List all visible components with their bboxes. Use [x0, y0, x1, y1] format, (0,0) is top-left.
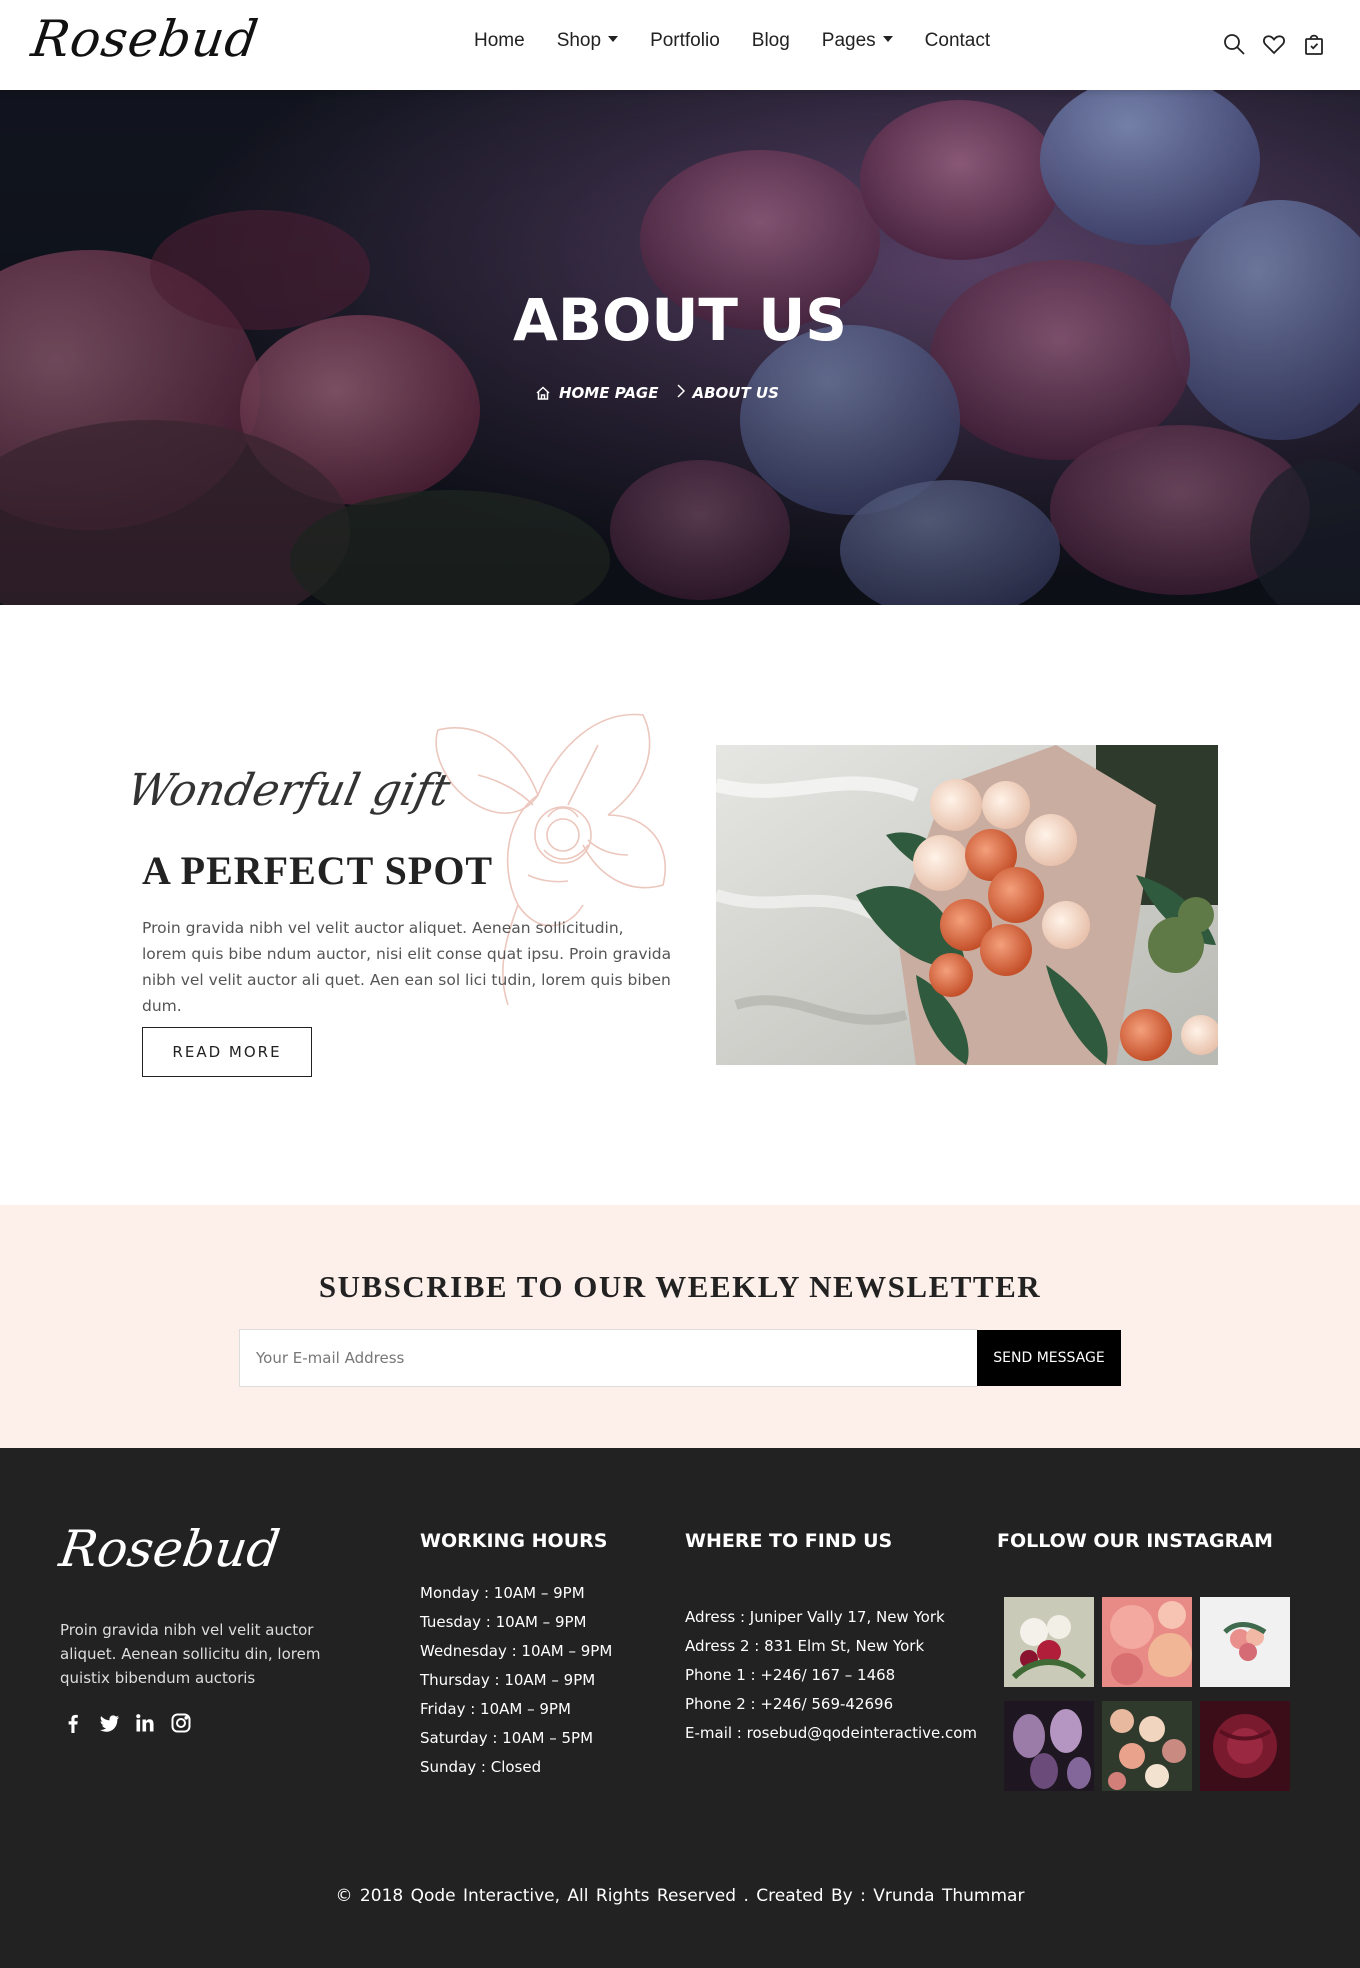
nav-icon-group [1222, 32, 1326, 56]
hours-line: Saturday : 10AM – 5PM [420, 1729, 594, 1747]
hours-line: Tuesday : 10AM – 9PM [420, 1613, 587, 1631]
find-us-list: Adress : Juniper Vally 17, New York Adre… [685, 1603, 977, 1748]
linkedin-icon[interactable] [134, 1712, 156, 1734]
instagram-photo[interactable] [1200, 1701, 1290, 1791]
instagram-photo[interactable] [1004, 1701, 1094, 1791]
nav-item-home[interactable]: Home [474, 30, 525, 52]
social-links [62, 1712, 192, 1734]
newsletter-form: SEND MESSAGE [239, 1329, 1121, 1387]
section-heading: A PERFECT SPOT [142, 848, 494, 893]
footer-logo[interactable]: Rosebud [56, 1520, 283, 1578]
instagram-photo[interactable] [1200, 1597, 1290, 1687]
copyright-text: © 2018 Qode Interactive, All Rights Rese… [335, 1886, 1025, 1906]
top-navbar: Rosebud Home Shop Portfolio Blog Pages C… [0, 0, 1360, 90]
email-line[interactable]: E-mail : rosebud@qodeinteractive.com [685, 1719, 977, 1748]
page-title: ABOUT US [512, 286, 848, 354]
breadcrumb-current: ABOUT US [692, 384, 779, 402]
read-more-button[interactable]: READ MORE [142, 1027, 312, 1077]
twitter-icon[interactable] [98, 1712, 120, 1734]
instagram-title: FOLLOW OUR INSTAGRAM [997, 1530, 1273, 1552]
send-message-button[interactable]: SEND MESSAGE [977, 1330, 1121, 1386]
hours-line: Friday : 10AM – 9PM [420, 1700, 571, 1718]
breadcrumb-home-link[interactable]: HOME PAGE [559, 384, 659, 402]
instagram-photo[interactable] [1004, 1597, 1094, 1687]
hours-line: Monday : 10AM – 9PM [420, 1584, 585, 1602]
nav-item-contact[interactable]: Contact [925, 30, 990, 52]
address-line: Adress 2 : 831 Elm St, New York [685, 1637, 925, 1655]
hours-line: Wednesday : 10AM – 9PM [420, 1642, 613, 1660]
instagram-photo[interactable] [1102, 1597, 1192, 1687]
page-hero: ABOUT US HOME PAGE ABOUT US [0, 90, 1360, 605]
heart-icon[interactable] [1262, 32, 1286, 56]
instagram-photo[interactable] [1102, 1701, 1192, 1791]
nav-item-portfolio[interactable]: Portfolio [650, 30, 720, 52]
nav-item-pages[interactable]: Pages [822, 30, 893, 52]
breadcrumb: HOME PAGE ABOUT US [535, 384, 779, 402]
facebook-icon[interactable] [62, 1712, 84, 1734]
footer-about-text: Proin gravida nibh vel velit auctor aliq… [60, 1621, 321, 1687]
instagram-icon[interactable] [170, 1712, 192, 1734]
instagram-grid [1004, 1597, 1290, 1791]
home-icon [536, 386, 550, 400]
hours-line: Sunday : Closed [420, 1758, 542, 1776]
nav-item-shop[interactable]: Shop [557, 30, 619, 52]
site-logo[interactable]: Rosebud [28, 10, 262, 68]
about-section: Wonderful gift A PERFECT SPOT Proin grav… [0, 605, 1360, 1205]
chevron-down-icon [882, 35, 893, 42]
section-paragraph: Proin gravida nibh vel velit auctor aliq… [142, 919, 672, 1015]
chevron-right-icon [676, 384, 685, 402]
email-field[interactable] [239, 1329, 977, 1387]
nav-item-blog[interactable]: Blog [752, 30, 790, 52]
address-line: Adress : Juniper Vally 17, New York [685, 1608, 945, 1626]
newsletter-section: SUBSCRIBE TO OUR WEEKLY NEWSLETTER SEND … [0, 1205, 1360, 1448]
working-hours-title: WORKING HOURS [420, 1530, 608, 1552]
section-script-title: Wonderful gift [122, 765, 455, 816]
hours-line: Thursday : 10AM – 9PM [420, 1671, 596, 1689]
newsletter-title: SUBSCRIBE TO OUR WEEKLY NEWSLETTER [318, 1269, 1042, 1304]
cart-icon[interactable] [1302, 32, 1326, 56]
search-icon[interactable] [1222, 32, 1246, 56]
main-menu: Home Shop Portfolio Blog Pages Contact [474, 30, 1022, 52]
working-hours-list: Monday : 10AM – 9PM Tuesday : 10AM – 9PM… [420, 1579, 612, 1782]
phone-line: Phone 2 : +246/ 569-42696 [685, 1695, 894, 1713]
find-us-title: WHERE TO FIND US [685, 1530, 893, 1552]
phone-line: Phone 1 : +246/ 167 – 1468 [685, 1666, 896, 1684]
chevron-down-icon [608, 35, 619, 42]
site-footer: Rosebud Proin gravida nibh vel velit auc… [0, 1448, 1360, 1968]
bouquet-photo [716, 745, 1218, 1065]
